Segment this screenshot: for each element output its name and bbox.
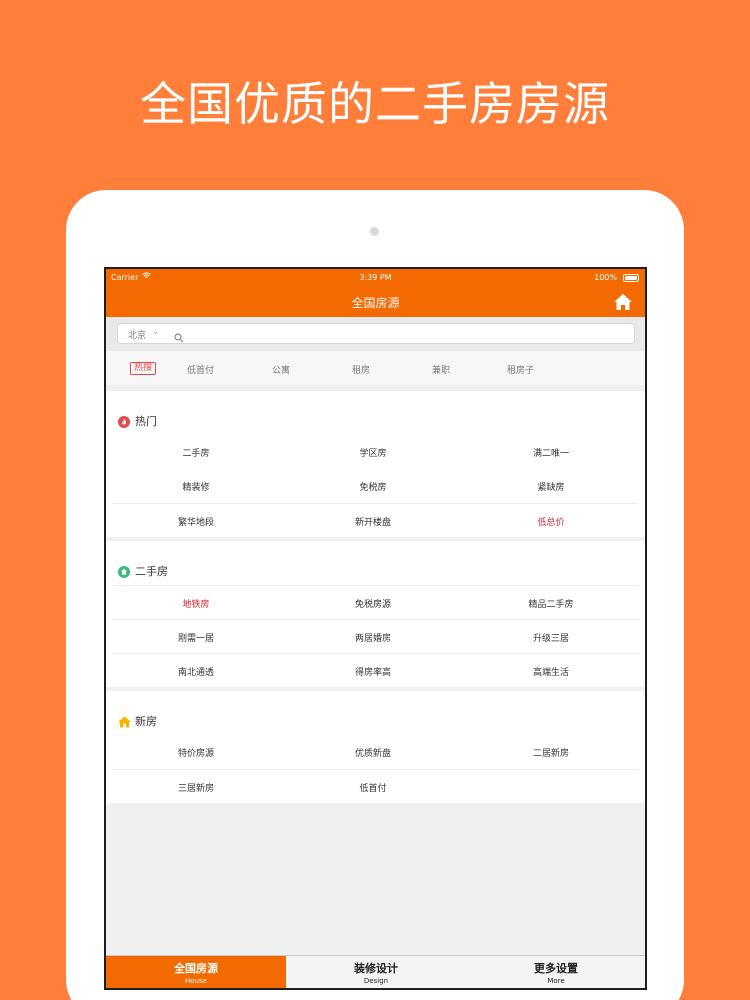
search-area: 北京 ⌄ bbox=[106, 317, 645, 351]
section-title: 新房 bbox=[135, 715, 157, 728]
section-title: 二手房 bbox=[135, 565, 168, 578]
city-selector[interactable]: 北京 bbox=[128, 328, 146, 341]
tab-sublabel: House bbox=[185, 977, 207, 985]
grid-item[interactable]: 精品二手房 bbox=[461, 597, 641, 610]
grid-item[interactable]: 南北通透 bbox=[106, 665, 286, 678]
grid-item[interactable]: 得房率高 bbox=[283, 665, 463, 678]
grid-item[interactable]: 紧缺房 bbox=[461, 480, 641, 493]
status-time: 3:39 PM bbox=[359, 273, 392, 282]
tab-bar: 全国房源 House 装修设计 Design 更多设置 More bbox=[106, 955, 645, 988]
tab-more[interactable]: 更多设置 More bbox=[466, 956, 645, 988]
tag-part-time[interactable]: 兼职 bbox=[432, 363, 450, 376]
grid-row: 三居新房 低首付 bbox=[112, 769, 639, 803]
promo-headline: 全国优质的二手房房源 bbox=[140, 77, 610, 131]
tab-label: 全国房源 bbox=[174, 962, 218, 975]
section-title: 热门 bbox=[135, 415, 157, 428]
grid-item-highlighted[interactable]: 低总价 bbox=[461, 515, 641, 528]
flame-icon bbox=[118, 413, 130, 428]
tab-sublabel: Design bbox=[363, 977, 389, 985]
grid-item[interactable]: 学区房 bbox=[283, 446, 463, 459]
section-new-house: 新房 特价房源 优质新盘 二居新房 三居新房 低首付 bbox=[106, 691, 645, 803]
search-bar[interactable]: 北京 ⌄ bbox=[117, 323, 635, 344]
tag-rent[interactable]: 租房 bbox=[352, 363, 370, 376]
tag-hot-search[interactable]: 热搜 bbox=[130, 362, 157, 375]
grid-row: 地铁房 免税房源 精品二手房 bbox=[112, 585, 639, 619]
grid-row: 南北通透 得房率高 高端生活 bbox=[112, 653, 639, 687]
grid-item[interactable]: 低首付 bbox=[283, 781, 463, 794]
section-header: 新房 bbox=[106, 691, 645, 735]
status-bar: Carrier 3:39 PM 100% bbox=[106, 269, 645, 287]
grid-item[interactable]: 高端生活 bbox=[461, 665, 641, 678]
grid-row: 繁华地段 新开楼盘 低总价 bbox=[112, 503, 639, 537]
grid-row: 刚需一居 两居婚房 升级三居 bbox=[112, 619, 639, 653]
house-icon bbox=[118, 713, 131, 728]
grid-item[interactable]: 三居新房 bbox=[106, 781, 286, 794]
tab-design[interactable]: 装修设计 Design bbox=[286, 956, 466, 988]
section-header: 二手房 bbox=[106, 541, 645, 585]
grid-item[interactable]: 二手房 bbox=[106, 446, 286, 459]
grid-item[interactable]: 二居新房 bbox=[461, 746, 641, 759]
section-secondhand: 二手房 地铁房 免税房源 精品二手房 刚需一居 两居婚房 升级三居 南北通透 得… bbox=[106, 541, 645, 687]
tab-label: 更多设置 bbox=[534, 962, 578, 975]
camera-dot bbox=[370, 227, 379, 236]
tab-house[interactable]: 全国房源 House bbox=[106, 956, 286, 988]
grid-item[interactable]: 免税房 bbox=[283, 480, 463, 493]
home-button[interactable] bbox=[613, 293, 633, 311]
tab-sublabel: More bbox=[547, 977, 565, 985]
tag-apartment[interactable]: 公寓 bbox=[272, 363, 290, 376]
tag-low-down-payment[interactable]: 低首付 bbox=[187, 363, 214, 376]
page-title: 全国房源 bbox=[351, 296, 400, 310]
app-screen: Carrier 3:39 PM 100% 全国房源 北京 ⌄ 热搜 低首付 公寓… bbox=[104, 267, 647, 990]
battery-percent: 100% bbox=[594, 273, 617, 282]
grid-item[interactable]: 精装修 bbox=[106, 480, 286, 493]
tab-label: 装修设计 bbox=[354, 962, 398, 975]
battery-icon bbox=[623, 274, 639, 282]
grid-row: 二手房 学区房 满二唯一 bbox=[106, 435, 645, 469]
grid-item[interactable]: 两居婚房 bbox=[283, 631, 463, 644]
grid-item[interactable]: 满二唯一 bbox=[461, 446, 641, 459]
secondhand-house-icon bbox=[118, 563, 130, 578]
grid-item[interactable]: 特价房源 bbox=[106, 746, 286, 759]
grid-item[interactable]: 优质新盘 bbox=[283, 746, 463, 759]
grid-item[interactable]: 升级三居 bbox=[461, 631, 641, 644]
chevron-down-icon[interactable]: ⌄ bbox=[152, 327, 159, 336]
section-header: 热门 bbox=[106, 391, 645, 435]
grid-item[interactable]: 新开楼盘 bbox=[283, 515, 463, 528]
tag-rent-house[interactable]: 租房子 bbox=[507, 363, 534, 376]
search-icon bbox=[174, 328, 186, 343]
grid-item[interactable]: 繁华地段 bbox=[106, 515, 286, 528]
section-hot: 热门 二手房 学区房 满二唯一 精装修 免税房 紧缺房 繁华地段 新开楼盘 低总… bbox=[106, 391, 645, 537]
home-icon bbox=[614, 294, 632, 310]
grid-item-highlighted[interactable]: 地铁房 bbox=[106, 597, 286, 610]
grid-row: 特价房源 优质新盘 二居新房 bbox=[106, 735, 645, 769]
search-input[interactable] bbox=[190, 326, 620, 341]
hot-tags-bar: 热搜 低首付 公寓 租房 兼职 租房子 bbox=[106, 351, 645, 385]
grid-item[interactable]: 免税房源 bbox=[283, 597, 463, 610]
grid-row: 精装修 免税房 紧缺房 bbox=[106, 469, 645, 503]
grid-item[interactable]: 刚需一居 bbox=[106, 631, 286, 644]
nav-bar: 全国房源 bbox=[106, 287, 645, 317]
